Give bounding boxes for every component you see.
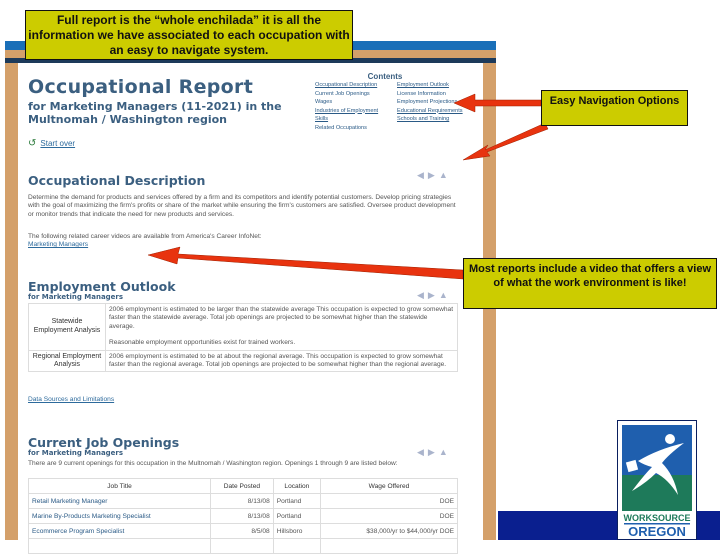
jobs-table: Job Title Date Posted Location Wage Offered… <box>27 478 458 554</box>
up-arrow-icon[interactable]: ▲ <box>439 170 452 180</box>
job-cell <box>210 538 274 554</box>
next-arrow-icon[interactable]: ▶ <box>428 447 439 457</box>
callout-easy-navigation: Easy Navigation Options <box>541 90 688 126</box>
job-cell: DOE <box>320 493 458 509</box>
worksource-oregon-logo: WORKSOURCE OREGON <box>617 420 697 540</box>
table-row: Retail Marketing Manager 8/13/08 Portland D… <box>27 493 458 509</box>
callout-video: Most reports include a video that offers… <box>463 258 717 309</box>
start-over[interactable]: ↺ Start over <box>28 138 75 149</box>
frame-left-border <box>5 63 18 540</box>
prev-arrow-icon[interactable]: ◀ <box>417 447 428 457</box>
job-title-link[interactable]: Ecommerce Program Specialist <box>27 523 212 539</box>
job-cell: 8/5/08 <box>210 523 274 539</box>
job-cell: $38,000/yr to $44,000/yr DOE <box>320 523 458 539</box>
table-row: Statewide Employment Analysis 2006 emplo… <box>28 303 458 351</box>
outlook-row-label: Statewide Employment Analysis <box>28 303 106 351</box>
callout-full-report: Full report is the “whole enchilada” it … <box>25 10 353 60</box>
data-sources-link[interactable]: Data Sources and Limitations <box>28 396 114 403</box>
contents-item[interactable]: License Information <box>397 90 487 99</box>
jobs-intro-text: There are 9 current openings for this oc… <box>28 460 398 467</box>
next-arrow-icon[interactable]: ▶ <box>428 290 439 300</box>
contents-item[interactable]: Employment Projections <box>397 98 487 107</box>
jobs-header-row: Job Title Date Posted Location Wage Offered <box>27 478 458 494</box>
outlook-table: Statewide Employment Analysis 2006 emplo… <box>28 303 458 373</box>
contents-list: Occupational Description Employment Outlo… <box>315 81 475 132</box>
description-text: Determine the demand for products and se… <box>28 194 456 218</box>
job-cell <box>272 538 322 554</box>
outlook-row-text: 2006 employment is estimated to be at ab… <box>105 349 458 373</box>
runner-logo-icon: WORKSOURCE OREGON <box>622 425 692 539</box>
job-cell: Portland <box>272 508 322 524</box>
up-arrow-icon[interactable]: ▲ <box>439 290 452 300</box>
contents-panel: Contents Occupational Description Employm… <box>315 72 475 132</box>
contents-item[interactable]: Schools and Training <box>397 115 487 124</box>
job-cell <box>320 538 458 554</box>
next-arrow-icon[interactable]: ▶ <box>428 170 439 180</box>
section-heading-outlook: Employment Outlook <box>28 279 176 294</box>
job-cell: Portland <box>272 493 322 509</box>
jobs-column-header: Job Title <box>27 478 212 494</box>
job-title-link[interactable]: Retail Marketing Manager <box>27 493 212 509</box>
contents-item[interactable]: Educational Requirements <box>397 107 487 116</box>
logo-line1: WORKSOURCE <box>624 513 691 523</box>
job-cell: Hillsboro <box>272 523 322 539</box>
table-row: Marine By-Products Marketing Specialist 8… <box>27 508 458 524</box>
contents-item[interactable]: Employment Outlook <box>397 81 487 90</box>
section-heading-jobs: Current Job Openings <box>28 435 180 450</box>
up-arrow-icon[interactable]: ▲ <box>439 447 452 457</box>
jobs-column-header: Location <box>272 478 322 494</box>
prev-arrow-icon[interactable]: ◀ <box>417 170 428 180</box>
contents-item[interactable]: Occupational Description <box>315 81 397 90</box>
contents-heading: Contents <box>367 72 403 81</box>
table-row: Ecommerce Program Specialist 8/5/08 Hillsb… <box>27 523 458 539</box>
outlook-row-label: Regional Employment Analysis <box>28 349 106 373</box>
section-subheading-outlook: for Marketing Managers <box>28 293 124 301</box>
section-subheading-jobs: for Marketing Managers <box>28 449 124 457</box>
job-cell: 8/13/08 <box>210 493 274 509</box>
contents-item[interactable]: Related Occupations <box>315 124 397 133</box>
outlook-text: 2006 employment is estimated to be large… <box>109 306 454 330</box>
job-cell: 8/13/08 <box>210 508 274 524</box>
job-title-link[interactable]: Marine By-Products Marketing Specialist <box>27 508 212 524</box>
contents-item[interactable]: Skills <box>315 115 397 124</box>
contents-item[interactable]: Current Job Openings <box>315 90 397 99</box>
table-row <box>27 538 458 554</box>
section-nav-description: ◀▶▲ <box>417 170 452 181</box>
start-over-link[interactable]: Start over <box>40 139 75 148</box>
undo-arrow-icon: ↺ <box>28 138 37 149</box>
page-subtitle: for Marketing Managers (11-2021) in the … <box>28 100 282 126</box>
job-cell: DOE <box>320 508 458 524</box>
contents-item[interactable]: Wages <box>315 98 397 107</box>
job-cell <box>27 538 212 554</box>
outlook-extra-text: Reasonable employment opportunities exis… <box>109 339 296 347</box>
outlook-row-text: 2006 employment is estimated to be large… <box>105 303 458 351</box>
video-intro-text: The following related career videos are … <box>28 233 262 240</box>
report-content-area <box>18 63 483 540</box>
logo-line2: OREGON <box>628 524 686 539</box>
video-link[interactable]: Marketing Managers <box>28 241 88 248</box>
contents-item[interactable]: Industries of Employment <box>315 107 397 116</box>
page-title: Occupational Report <box>28 76 254 98</box>
section-nav-jobs: ◀▶▲ <box>417 447 452 458</box>
jobs-column-header: Wage Offered <box>320 478 458 494</box>
jobs-column-header: Date Posted <box>210 478 274 494</box>
section-heading-description: Occupational Description <box>28 173 206 188</box>
section-nav-outlook: ◀▶▲ <box>417 290 452 301</box>
table-row: Regional Employment Analysis 2006 employ… <box>28 349 458 373</box>
prev-arrow-icon[interactable]: ◀ <box>417 290 428 300</box>
